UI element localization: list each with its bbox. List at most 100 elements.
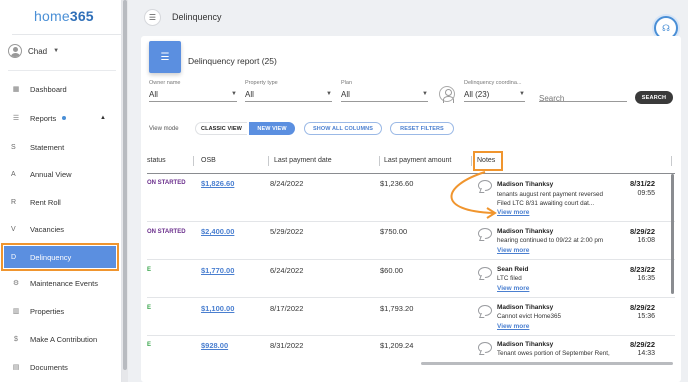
sidebar-item-maintenance-events[interactable]: ⚙ Maintenance Events bbox=[4, 272, 116, 294]
last-payment-date: 6/24/2022 bbox=[270, 266, 304, 275]
column-divider bbox=[671, 156, 672, 166]
status-cell: E bbox=[147, 267, 152, 273]
new-view-button[interactable]: NEW VIEW bbox=[249, 122, 295, 135]
dropdown-arrow-icon: ▼ bbox=[519, 91, 525, 97]
last-payment-amount: $1,793.20 bbox=[380, 304, 414, 313]
last-payment-date: 8/24/2022 bbox=[270, 179, 304, 188]
table-row[interactable]: E $1,100.00 8/17/2022 $1,793.20 Madison … bbox=[147, 298, 675, 336]
last-payment-amount: $60.00 bbox=[380, 266, 403, 275]
show-all-columns-button[interactable]: SHOW ALL COLUMNS bbox=[304, 122, 382, 135]
sidebar-item-label: Delinquency bbox=[30, 252, 72, 262]
user-menu[interactable]: Chad ▼ bbox=[8, 44, 59, 58]
sidebar-item-vacancies[interactable]: V Vacancies bbox=[4, 218, 116, 240]
chat-bubble-icon[interactable] bbox=[478, 228, 492, 239]
chat-bubble-icon[interactable] bbox=[478, 180, 492, 191]
table-horizontal-scrollbar[interactable] bbox=[421, 362, 673, 365]
last-payment-amount: $1,236.60 bbox=[380, 179, 414, 188]
filter-label: Delinquency coordina... bbox=[464, 80, 522, 86]
sidebar-item-properties[interactable]: ▥ Properties bbox=[4, 300, 116, 322]
sidebar-item-delinquency[interactable]: D Delinquency bbox=[1, 243, 119, 271]
list-icon: ☰ bbox=[149, 41, 181, 73]
note-author: Madison Tihanksy bbox=[497, 228, 554, 235]
sidebar-item-label: Rent Roll bbox=[30, 197, 61, 207]
dashboard-icon: ▦ bbox=[12, 86, 20, 93]
sidebar-item-make-a-contribution[interactable]: $ Make A Contribution bbox=[4, 328, 116, 350]
chat-bubble-icon[interactable] bbox=[478, 305, 492, 316]
note-date: 8/29/22 bbox=[629, 340, 655, 349]
plan-filter[interactable]: Plan All ▼ bbox=[341, 80, 428, 102]
column-header-osb[interactable]: OSB bbox=[201, 157, 216, 164]
filter-value: All bbox=[149, 90, 158, 99]
note-date: 8/23/22 bbox=[629, 265, 655, 274]
dropdown-arrow-icon: ▼ bbox=[422, 91, 428, 97]
owner-name-filter[interactable]: Owner name All ▼ bbox=[149, 80, 237, 102]
last-payment-amount: $1,209.24 bbox=[380, 341, 414, 350]
column-header-last-payment-date[interactable]: Last payment date bbox=[274, 157, 332, 164]
table-row[interactable]: ON STARTED $1,826.60 8/24/2022 $1,236.60… bbox=[147, 174, 675, 222]
table-row[interactable]: E $1,770.00 6/24/2022 $60.00 Sean Reid L… bbox=[147, 260, 675, 298]
logo-prefix: home bbox=[34, 8, 70, 24]
osb-link[interactable]: $1,826.60 bbox=[201, 179, 234, 188]
chat-bubble-icon[interactable] bbox=[478, 267, 492, 278]
underline bbox=[341, 101, 428, 102]
note-date: 8/31/22 bbox=[629, 179, 655, 188]
note-date: 8/29/22 bbox=[629, 227, 655, 236]
sidebar-item-dashboard[interactable]: ▦ Dashboard bbox=[4, 78, 116, 100]
dropdown-arrow-icon: ▼ bbox=[326, 91, 332, 97]
last-payment-amount: $750.00 bbox=[380, 227, 408, 236]
sidebar-item-label: Maintenance Events bbox=[30, 278, 98, 288]
person-icon bbox=[439, 86, 455, 103]
sidebar-item-reports[interactable]: ☰ Reports ▲ bbox=[4, 107, 116, 129]
sidebar-item-annual-view[interactable]: A Annual View bbox=[4, 163, 116, 185]
status-cell: E bbox=[147, 305, 152, 311]
osb-link[interactable]: $2,400.00 bbox=[201, 227, 234, 236]
sidebar-item-letter: D bbox=[11, 253, 17, 261]
building-icon: ▥ bbox=[12, 308, 20, 315]
note-text: tenants august rent payment reversed bbox=[497, 191, 604, 198]
chat-bubble-icon[interactable] bbox=[478, 342, 492, 353]
sidebar-item-label: Annual View bbox=[30, 169, 72, 179]
table-vertical-scrollbar[interactable] bbox=[671, 174, 674, 294]
view-more-link[interactable]: View more bbox=[497, 209, 529, 216]
view-more-link[interactable]: View more bbox=[497, 285, 529, 292]
note-author: Madison Tihanksy bbox=[497, 181, 554, 188]
column-divider bbox=[379, 156, 380, 166]
classic-view-button[interactable]: CLASSIC VIEW bbox=[195, 122, 247, 135]
column-header-status[interactable]: status bbox=[147, 157, 166, 164]
table-row[interactable]: E $928.00 8/31/2022 $1,209.24 Madison Ti… bbox=[147, 336, 675, 364]
home365-logo[interactable]: home365 bbox=[12, 8, 122, 35]
headset-icon: ☊ bbox=[662, 22, 670, 33]
sidebar-item-documents[interactable]: ▤ Documents bbox=[4, 356, 116, 378]
property-type-filter[interactable]: Property type All ▼ bbox=[245, 80, 332, 102]
note-time: 16:08 bbox=[637, 237, 655, 244]
filter-value: All (23) bbox=[464, 90, 490, 99]
view-more-link[interactable]: View more bbox=[497, 247, 529, 254]
sidebar-item-label: Dashboard bbox=[30, 84, 67, 94]
osb-link[interactable]: $928.00 bbox=[201, 341, 228, 350]
sidebar-item-rent-roll[interactable]: R Rent Roll bbox=[4, 191, 116, 213]
delinquency-coordinator-filter[interactable]: Delinquency coordina... All (23) ▼ bbox=[464, 80, 525, 102]
dollar-icon: $ bbox=[14, 335, 18, 343]
column-divider bbox=[193, 156, 194, 166]
view-more-link[interactable]: View more bbox=[497, 323, 529, 330]
last-payment-date: 5/29/2022 bbox=[270, 227, 304, 236]
search-button[interactable]: SEARCH bbox=[635, 91, 673, 104]
sidebar-scrollbar[interactable] bbox=[122, 0, 128, 382]
osb-link[interactable]: $1,100.00 bbox=[201, 304, 234, 313]
note-time: 16:35 bbox=[637, 275, 655, 282]
last-payment-date: 8/17/2022 bbox=[270, 304, 304, 313]
reset-filters-button[interactable]: RESET FILTERS bbox=[390, 122, 454, 135]
reports-icon: ☰ bbox=[12, 115, 20, 122]
chevron-up-icon: ▲ bbox=[100, 115, 106, 121]
note-text: hearing continued to 09/22 at 2:00 pm bbox=[497, 237, 604, 244]
table-row[interactable]: ON STARTED $2,400.00 5/29/2022 $750.00 M… bbox=[147, 222, 675, 260]
dropdown-arrow-icon: ▼ bbox=[231, 91, 237, 97]
sidebar-item-statement[interactable]: S Statement bbox=[4, 136, 116, 158]
note-text: Cannot evict Home365 bbox=[497, 313, 562, 320]
menu-button[interactable]: ☰ bbox=[144, 9, 161, 26]
osb-link[interactable]: $1,770.00 bbox=[201, 266, 234, 275]
column-header-last-payment-amount[interactable]: Last payment amount bbox=[384, 157, 451, 164]
scrollbar-thumb[interactable] bbox=[123, 0, 127, 370]
logo-suffix: 365 bbox=[69, 8, 94, 24]
note-text: Filed LTC 8/31 awaiting court dat... bbox=[497, 200, 595, 207]
